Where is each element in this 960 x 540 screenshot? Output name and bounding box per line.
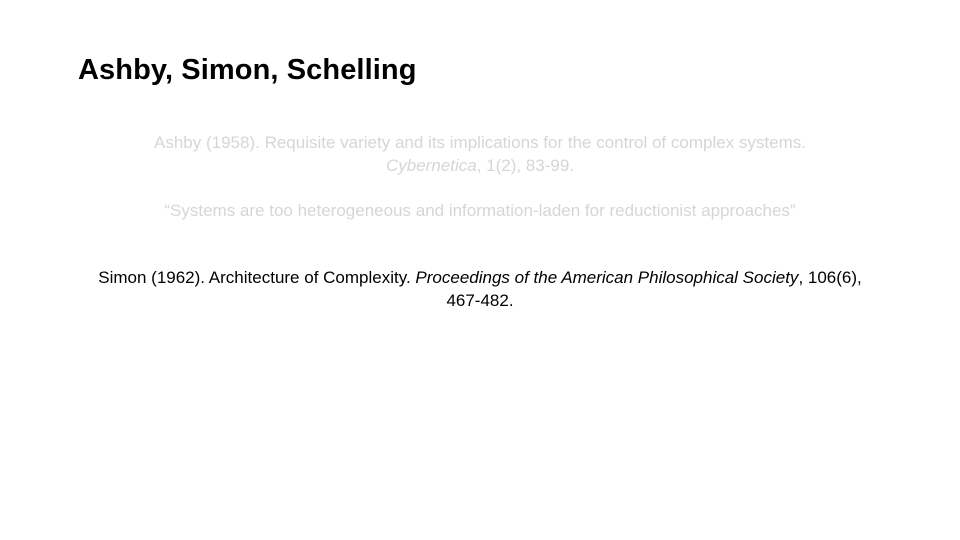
reference-ashby-journal: Cybernetica xyxy=(385,156,477,175)
reference-simon-text: Simon (1962). Architecture of Complexity… xyxy=(98,268,416,287)
reference-ashby-details: , 1(2), 83-99. xyxy=(476,156,575,175)
slide: Ashby, Simon, Schelling Ashby (1958). Re… xyxy=(0,0,960,540)
reference-simon: Simon (1962). Architecture of Complexity… xyxy=(96,266,864,312)
slide-title: Ashby, Simon, Schelling xyxy=(78,54,417,86)
slide-body: Ashby (1958). Requisite variety and its … xyxy=(96,131,864,312)
quote-ashby: “Systems are too heterogeneous and infor… xyxy=(164,201,796,220)
reference-ashby: Ashby (1958). Requisite variety and its … xyxy=(96,131,864,177)
reference-simon-journal: Proceedings of the American Philosophica… xyxy=(415,268,799,287)
reference-ashby-text: Ashby (1958). Requisite variety and its … xyxy=(154,133,806,152)
